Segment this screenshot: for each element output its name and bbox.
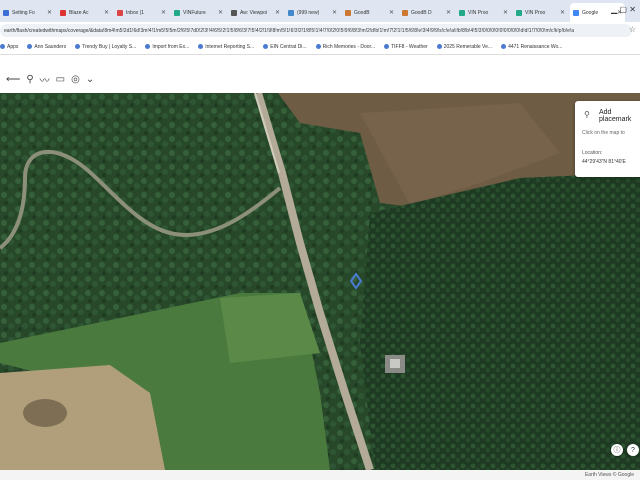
tab-label: VINFuture (183, 9, 206, 16)
bookmark-label: Internet Reporting S... (205, 43, 255, 50)
bookmark-favicon-icon (145, 44, 151, 49)
window-controls[interactable]: ▁ ▢ ✕ (611, 5, 636, 14)
close-tab-icon[interactable]: ✕ (218, 9, 223, 16)
bookmark-label: 2025 Remerable Ve... (443, 43, 493, 50)
ruler-icon[interactable]: ▭ (56, 74, 65, 85)
tab-strip: Setting Fo ✕ Blaze Ac ✕ Inbox (1 ✕ VINFuture ✕ A… (0, 0, 640, 22)
path-icon[interactable]: 〰 (40, 72, 50, 87)
bookmark-item[interactable]: Internet Reporting S... (198, 44, 254, 50)
bookmark-favicon-icon (263, 44, 269, 49)
location-pin-icon: ⚲ (584, 110, 590, 119)
browser-tab[interactable]: VINFuture ✕ (171, 3, 226, 22)
bookmark-favicon-icon (501, 44, 507, 49)
tab-favicon-icon (231, 9, 237, 16)
bookmark-star-icon[interactable]: ☆ (629, 25, 636, 34)
tab-favicon-icon (345, 9, 351, 16)
tab-label: Setting Fo (12, 9, 35, 16)
bookmark-favicon-icon (27, 44, 33, 49)
bookmark-item[interactable]: 4471 Renaissance Wo... (501, 44, 562, 50)
bookmark-favicon-icon (75, 44, 81, 49)
status-footer: Earth Views © Google (0, 470, 640, 480)
satellite-map[interactable] (0, 93, 640, 470)
browser-tab[interactable]: Setting Fo ✕ (0, 3, 55, 22)
close-tab-icon[interactable]: ✕ (104, 9, 109, 16)
close-tab-icon[interactable]: ✕ (161, 9, 166, 16)
tab-favicon-icon (3, 9, 9, 16)
browser-tab[interactable]: VIN Proo ✕ (513, 3, 568, 22)
help-icon[interactable]: ? (627, 444, 639, 456)
bookmark-favicon-icon (384, 44, 390, 49)
bookmark-label: TIFF8 - Weather (391, 43, 428, 50)
panel-hint: Click on the map to (582, 130, 625, 136)
bookmark-item[interactable]: Apps (0, 44, 18, 50)
panel-title: Add placemark (599, 109, 632, 123)
bookmark-favicon-icon (0, 44, 5, 49)
browser-tab[interactable]: GoodB ✕ (342, 3, 397, 22)
bookmark-item[interactable]: Ann Saunders (27, 44, 66, 50)
tab-favicon-icon (516, 9, 522, 16)
bookmark-label: Trendy Buy | Loyalty S... (82, 43, 137, 50)
close-tab-icon[interactable]: ✕ (446, 9, 451, 16)
bookmark-label: Apps (7, 43, 19, 50)
close-tab-icon[interactable]: ✕ (47, 9, 52, 16)
bookmark-label: EIN Centrat Di... (270, 43, 307, 50)
browser-tab[interactable]: Aw: Viewpoi ✕ (228, 3, 283, 22)
browser-tab[interactable]: Inbox (1 ✕ (114, 3, 169, 22)
tab-favicon-icon (459, 9, 465, 16)
tab-label: VIN Proo (468, 9, 489, 16)
tab-label: VIN Proo (525, 9, 546, 16)
close-tab-icon[interactable]: ✕ (560, 9, 565, 16)
bookmark-label: 4471 Renaissance Wo... (508, 43, 563, 50)
bookmark-item[interactable]: Trendy Buy | Loyalty S... (75, 44, 136, 50)
browser-tab[interactable]: (999 new) ✕ (285, 3, 340, 22)
close-tab-icon[interactable]: ✕ (389, 9, 394, 16)
close-tab-icon[interactable]: ✕ (503, 9, 508, 16)
bookmarks-bar: Apps Ann Saunders Trendy Buy | Loyalty S..… (0, 39, 640, 55)
browser-tab[interactable]: Blaze Ac ✕ (57, 3, 112, 22)
tab-favicon-icon (60, 9, 66, 16)
tab-label: Aw: Viewpoi (240, 9, 268, 16)
bookmark-item[interactable]: Import from Ex... (145, 44, 189, 50)
bookmark-item[interactable]: 2025 Remerable Ve... (436, 43, 493, 50)
close-tab-icon[interactable]: ✕ (275, 9, 280, 16)
browser-tab[interactable]: VIN Proo ✕ (456, 3, 511, 22)
address-input[interactable]: earth/flash/createdwithmaps/coverage/&da… (0, 24, 632, 37)
earth-toolbar: ⟵ ⚲ 〰 ▭ ◎ ⌄ (0, 65, 640, 93)
browser-tab[interactable]: GoodB D ✕ (399, 3, 454, 22)
bookmark-favicon-icon (198, 44, 204, 49)
bookmark-item[interactable]: Rich Memories - Door... (315, 43, 376, 50)
tab-label: Google (582, 9, 599, 16)
url-bar: earth/flash/createdwithmaps/coverage/&da… (0, 22, 640, 39)
tab-label: Inbox (1 (126, 9, 145, 16)
tab-label: GoodB D (411, 9, 432, 16)
satellite-imagery (0, 93, 640, 470)
location-label: Location: (582, 150, 603, 156)
tab-favicon-icon (174, 9, 180, 16)
bookmark-label: Import from Ex... (152, 43, 190, 50)
tab-favicon-icon (573, 9, 579, 16)
bookmark-label: Rich Memories - Door... (322, 43, 376, 50)
add-placemark-panel: ⚲ Add placemark Click on the map to Loca… (575, 101, 640, 177)
bookmark-item[interactable]: EIN Centrat Di... (263, 43, 307, 50)
pin-icon[interactable]: ⚲ (26, 74, 33, 85)
map-credit: Earth Views © Google (584, 472, 634, 478)
bookmark-item[interactable]: TIFF8 - Weather (384, 44, 428, 50)
bookmark-favicon-icon (315, 44, 321, 49)
tab-favicon-icon (288, 9, 294, 16)
tab-favicon-icon (402, 9, 408, 16)
overflow-icon[interactable]: ⌄ (86, 74, 94, 85)
back-arrow-icon[interactable]: ⟵ (6, 74, 20, 85)
tab-label: Blaze Ac (69, 9, 89, 16)
info-icon[interactable]: ⓘ (611, 444, 623, 456)
location-value: 44°29'43"N 81°40'E (582, 159, 626, 165)
bookmark-label: Ann Saunders (34, 43, 67, 50)
close-tab-icon[interactable]: ✕ (332, 9, 337, 16)
camera-icon[interactable]: ◎ (71, 74, 80, 85)
bookmark-favicon-icon (436, 44, 442, 49)
tab-label: (999 new) (297, 9, 320, 16)
tab-favicon-icon (117, 9, 123, 16)
tab-label: GoodB (354, 9, 370, 16)
